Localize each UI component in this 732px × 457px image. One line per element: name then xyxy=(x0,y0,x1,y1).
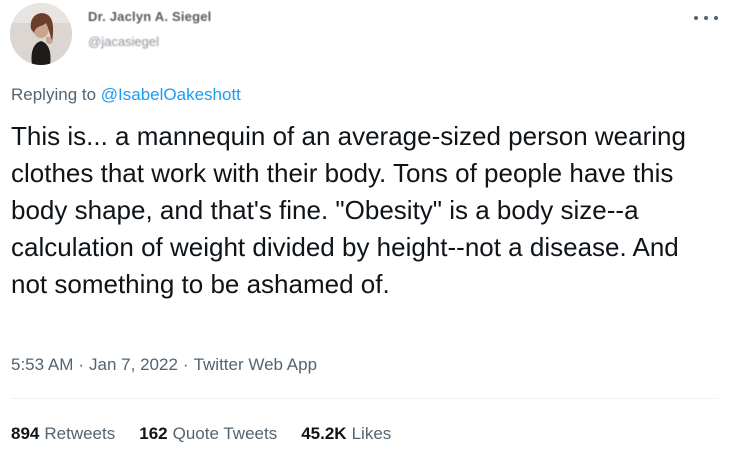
tweet-date[interactable]: Jan 7, 2022 xyxy=(89,355,178,374)
reply-mention-link[interactable]: @IsabelOakeshott xyxy=(101,85,241,104)
avatar[interactable] xyxy=(10,3,72,65)
likes-label: Likes xyxy=(351,424,392,443)
tweet: Dr. Jaclyn A. Siegel @jacasiegel Replyin… xyxy=(0,0,732,457)
author-handle[interactable]: @jacasiegel xyxy=(88,34,159,49)
replying-to: Replying to @IsabelOakeshott xyxy=(11,85,241,105)
tweet-text: This is... a mannequin of an average-siz… xyxy=(11,121,686,299)
quote-tweets-stat[interactable]: 162 Quote Tweets xyxy=(139,424,277,444)
tweet-metadata: 5:53 AM · Jan 7, 2022 · Twitter Web App xyxy=(11,355,317,375)
quote-tweets-count: 162 xyxy=(139,424,168,443)
tweet-time[interactable]: 5:53 AM xyxy=(11,355,73,374)
avatar-image xyxy=(10,3,72,65)
author-display-name[interactable]: Dr. Jaclyn A. Siegel xyxy=(88,9,211,24)
more-horizontal-icon[interactable] xyxy=(694,10,718,26)
meta-separator: · xyxy=(182,355,189,374)
retweets-stat[interactable]: 894 Retweets xyxy=(11,424,115,444)
tweet-stats: 894 Retweets 162 Quote Tweets 45.2K Like… xyxy=(11,424,391,444)
replying-to-label: Replying to xyxy=(11,85,97,104)
divider xyxy=(11,398,718,399)
quote-tweets-label: Quote Tweets xyxy=(172,424,278,443)
likes-stat[interactable]: 45.2K Likes xyxy=(301,424,391,444)
retweets-count: 894 xyxy=(11,424,40,443)
likes-count: 45.2K xyxy=(301,424,347,443)
tweet-source[interactable]: Twitter Web App xyxy=(194,355,317,374)
meta-separator: · xyxy=(78,355,85,374)
retweets-label: Retweets xyxy=(44,424,116,443)
